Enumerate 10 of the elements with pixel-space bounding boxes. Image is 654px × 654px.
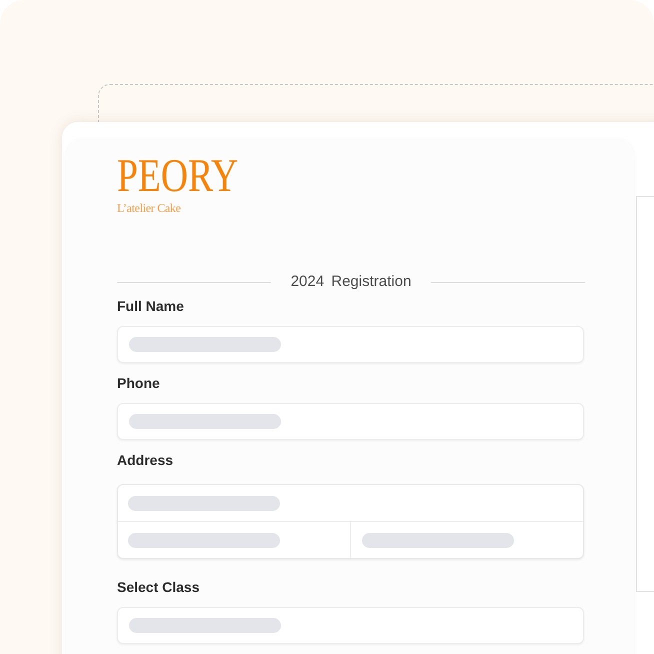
logo-wordmark: PEORY [117, 156, 238, 196]
input-field[interactable] [117, 326, 584, 363]
field-label: Full Name [117, 297, 185, 316]
field-label: Phone [117, 374, 161, 393]
input-field[interactable] [117, 607, 584, 644]
logo-tagline: L’atelier Cake [117, 201, 182, 215]
field-label: Address [117, 451, 174, 470]
field-label: Select Class [117, 578, 200, 597]
form-heading: 2024 Registration [290, 272, 412, 292]
input-field[interactable] [117, 403, 584, 440]
